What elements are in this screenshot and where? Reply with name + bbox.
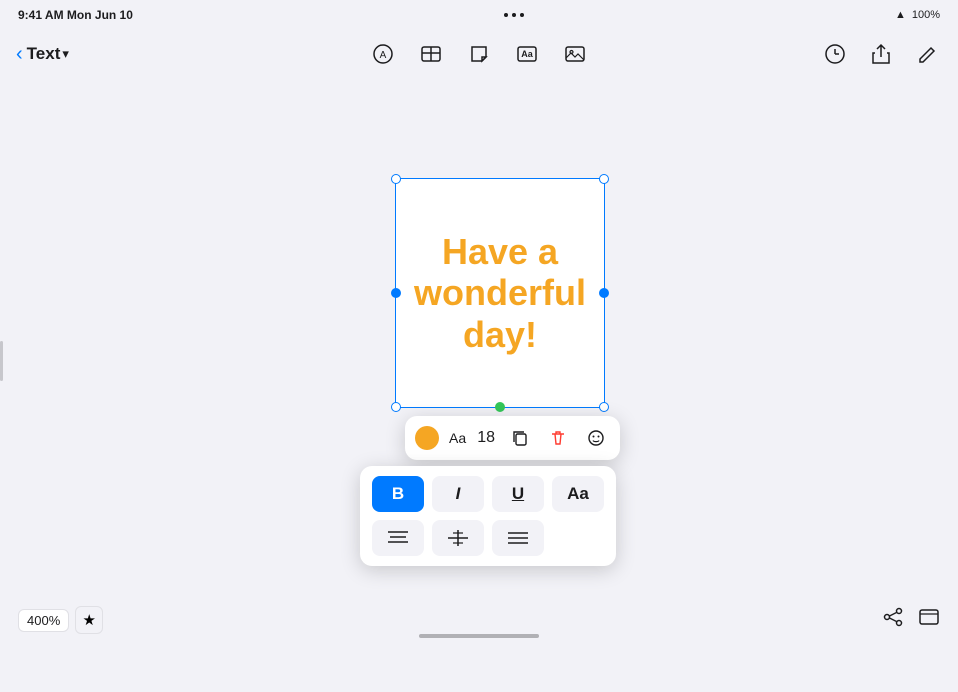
sticky-note-icon[interactable] (464, 39, 494, 69)
font-style-icon[interactable]: Aa (449, 430, 466, 446)
bold-button[interactable]: B (372, 476, 424, 512)
align-button[interactable] (372, 520, 424, 556)
underline-button[interactable]: U (492, 476, 544, 512)
color-swatch[interactable] (415, 426, 439, 450)
toolbar-center: A Aa (368, 39, 590, 69)
handle-top-left[interactable] (391, 174, 401, 184)
home-indicator (419, 634, 539, 638)
handle-middle-right[interactable] (599, 288, 609, 298)
star-button[interactable]: ★ (75, 606, 103, 634)
battery-icon: 100% (912, 9, 940, 21)
title-wrap[interactable]: Text ▾ (27, 44, 69, 64)
format-popup: B I U Aa (360, 466, 616, 566)
list-button[interactable] (492, 520, 544, 556)
bottom-right (882, 606, 940, 634)
toolbar-right (590, 39, 942, 69)
handle-bottom-right[interactable] (599, 402, 609, 412)
title-chevron-icon: ▾ (62, 46, 69, 62)
star-icon: ★ (83, 611, 96, 629)
status-right: ▲ 100% (895, 9, 940, 21)
connect-icon[interactable] (882, 606, 904, 634)
handle-bottom-middle[interactable] (495, 402, 505, 412)
zoom-badge: 400% ★ (18, 606, 103, 634)
table-icon[interactable] (416, 39, 446, 69)
toolbar-left: ‹ Text ▾ (16, 43, 368, 66)
clock-icon[interactable] (820, 39, 850, 69)
format-row-1: B I U Aa (372, 476, 604, 512)
delete-button[interactable] (544, 424, 572, 452)
font-button[interactable]: Aa (552, 476, 604, 512)
share-icon[interactable] (866, 39, 896, 69)
wifi-icon: ▲ (895, 9, 906, 21)
text-box[interactable]: Have a wonderful day! (395, 178, 605, 408)
text-content: Have a wonderful day! (406, 231, 594, 355)
edit-icon[interactable] (912, 39, 942, 69)
expand-icon[interactable] (918, 606, 940, 634)
float-toolbar: Aa 18 (405, 416, 620, 460)
handle-middle-left[interactable] (391, 288, 401, 298)
emoji-button[interactable] (582, 424, 610, 452)
italic-button[interactable]: I (432, 476, 484, 512)
status-bar: 9:41 AM Mon Jun 10 ▲ 100% (0, 0, 958, 30)
svg-text:A: A (380, 50, 387, 61)
document-title: Text (27, 44, 61, 64)
text-insert-icon[interactable]: Aa (512, 39, 542, 69)
copy-button[interactable] (506, 424, 534, 452)
canvas-area: Have a wonderful day! Aa 18 (0, 78, 958, 644)
scroll-indicator (0, 341, 3, 381)
distribute-button[interactable] (432, 520, 484, 556)
svg-text:Aa: Aa (521, 49, 533, 59)
format-row-2 (372, 520, 604, 556)
back-button[interactable]: ‹ (16, 43, 23, 66)
dot-3 (520, 13, 524, 17)
main-toolbar: ‹ Text ▾ A (0, 30, 958, 78)
dot-1 (504, 13, 508, 17)
status-center-dots (504, 13, 524, 17)
shapes-icon[interactable]: A (368, 39, 398, 69)
status-time: 9:41 AM Mon Jun 10 (18, 8, 133, 22)
font-size[interactable]: 18 (476, 429, 496, 447)
handle-top-right[interactable] (599, 174, 609, 184)
dot-2 (512, 13, 516, 17)
zoom-level[interactable]: 400% (18, 609, 69, 632)
handle-bottom-left[interactable] (391, 402, 401, 412)
image-insert-icon[interactable] (560, 39, 590, 69)
